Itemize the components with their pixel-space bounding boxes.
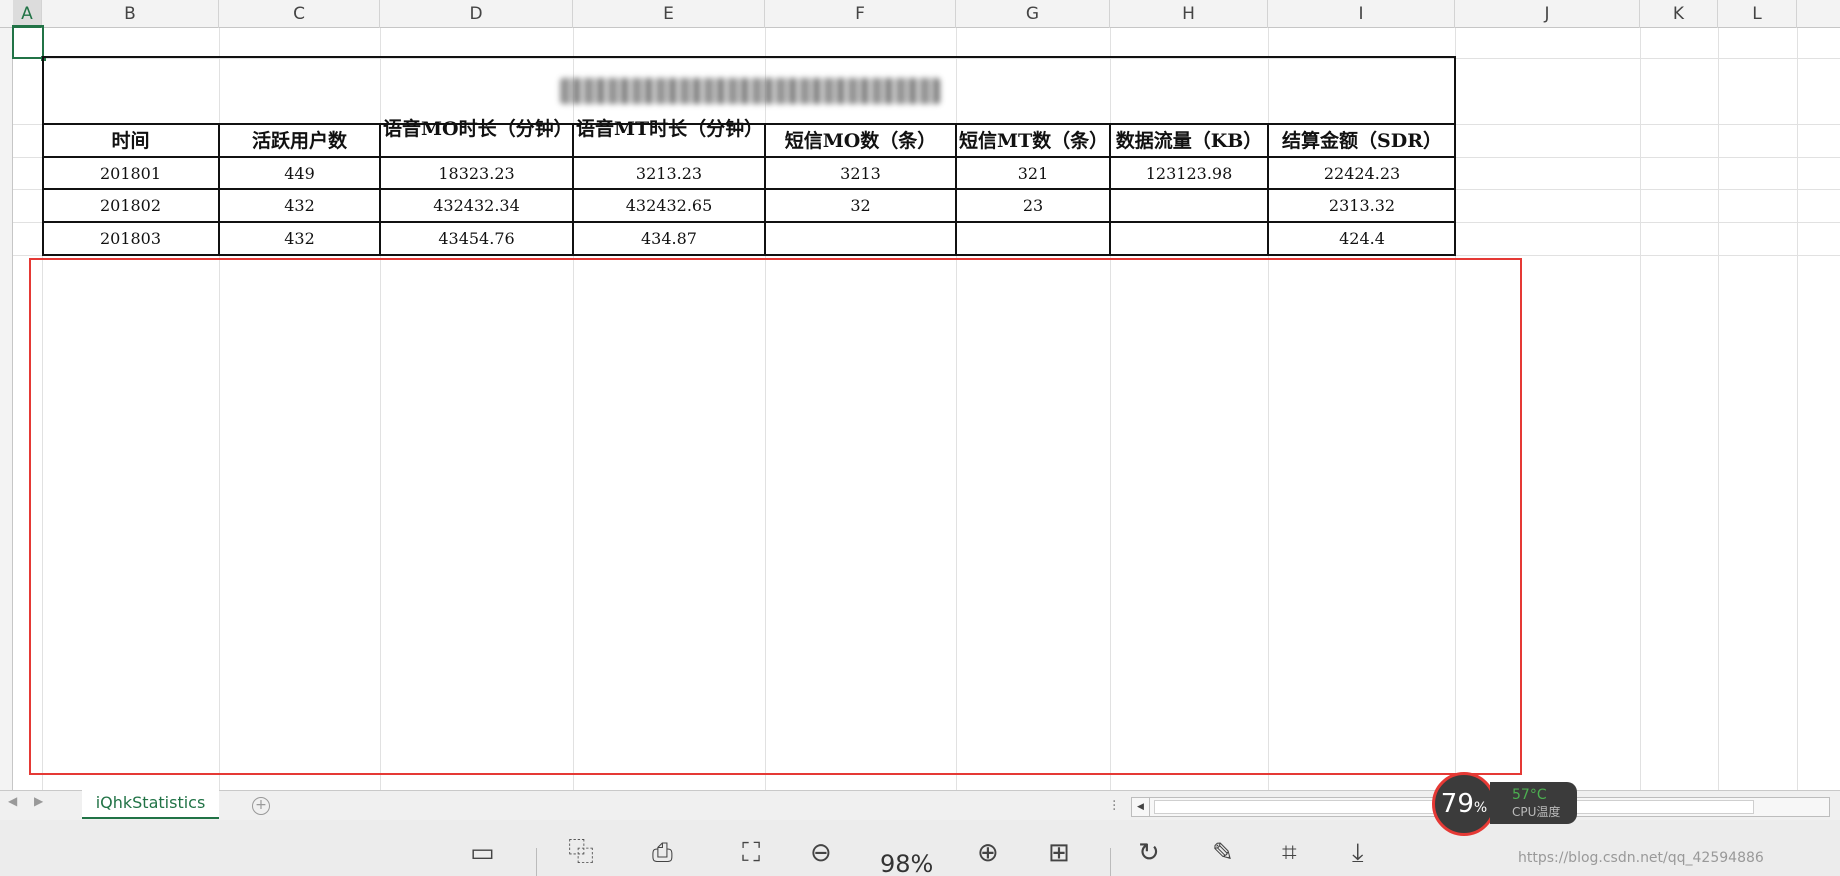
table-cell: 432432.65 — [625, 196, 713, 215]
table-cell: 201803 — [99, 229, 162, 248]
column-header-h[interactable]: H — [1110, 0, 1268, 28]
table-cell: 432 — [284, 196, 315, 215]
table-cell: 23 — [1022, 196, 1044, 215]
table-cell: 449 — [284, 163, 315, 183]
table-header-cell: 数据流量（KB） — [1115, 129, 1263, 152]
add-sheet-button[interactable]: + — [252, 797, 270, 815]
table-rule — [764, 124, 766, 255]
table-border — [42, 56, 1456, 58]
prev-sheet-icon[interactable]: ◀ — [8, 794, 17, 808]
table-cell — [768, 223, 953, 254]
table-header-cell: 时间 — [111, 129, 150, 152]
table-cell: 434.87 — [641, 229, 697, 248]
table-title-redacted — [560, 78, 940, 104]
layout-icon[interactable]: ▭ — [470, 838, 495, 868]
table-cell: 201801 — [99, 163, 162, 183]
table-rule — [955, 124, 957, 255]
table-cell — [959, 223, 1107, 254]
column-header-c[interactable]: C — [219, 0, 380, 28]
table-header-cell: 短信MO数（条） — [784, 129, 937, 152]
table-cell: 432432.34 — [433, 196, 520, 215]
toolbar-divider — [1110, 848, 1111, 876]
crop-icon[interactable]: ⌗ — [1282, 838, 1297, 868]
table-header-cell: 活跃用户数 — [251, 129, 347, 152]
table-cell: 32 — [850, 196, 871, 215]
table-rule — [572, 124, 574, 255]
spreadsheet-app: ABCDEFGHIJKLM 时间 活跃用户数 语音MO时长（分钟） 语音MT时长（分钟）… — [0, 0, 1840, 876]
table-cell: 123123.98 — [1145, 163, 1233, 183]
cpu-usage-value: 79 — [1440, 789, 1474, 819]
table-cell: 22424.23 — [1323, 163, 1401, 183]
table-border — [42, 254, 1456, 256]
table-cell: 2313.32 — [1328, 196, 1396, 215]
gridline — [1797, 28, 1798, 790]
table-header-cell: 短信MT数（条） — [959, 129, 1107, 152]
table-rule — [1109, 124, 1111, 255]
table-cell: 18323.23 — [438, 163, 515, 183]
column-header-b[interactable]: B — [42, 0, 219, 28]
column-header-d[interactable]: D — [380, 0, 573, 28]
gridline — [1718, 28, 1719, 790]
table-rule — [379, 124, 381, 255]
scroll-left-icon[interactable]: ◀ — [1132, 798, 1150, 816]
table-cell: 424.4 — [1339, 229, 1385, 248]
column-header-m[interactable]: M — [1797, 0, 1840, 28]
cpu-usage-unit: % — [1473, 800, 1488, 816]
edit-icon[interactable]: ✎ — [1212, 838, 1234, 868]
column-header-k[interactable]: K — [1640, 0, 1718, 28]
ocr-icon[interactable]: ⎙ — [652, 838, 673, 868]
column-header-a[interactable]: A — [13, 0, 42, 28]
column-header-l[interactable]: L — [1718, 0, 1797, 28]
cpu-usage-gauge[interactable]: 79% — [1432, 772, 1496, 836]
download-icon[interactable]: ⤓ — [1352, 838, 1364, 868]
table-cell: 43454.76 — [438, 229, 515, 248]
table-cell: 432 — [284, 229, 315, 248]
zoom-level: 98% — [880, 850, 934, 876]
zoom-in-icon[interactable]: ⊕ — [977, 838, 999, 868]
table-cell: 3213.23 — [635, 163, 703, 183]
split-handle-icon[interactable]: · · · — [1112, 795, 1116, 817]
watermark: https://blog.csdn.net/qq_42594886 — [1518, 850, 1764, 866]
rotate-icon[interactable]: ↻ — [1138, 838, 1160, 868]
table-cell: 3213 — [840, 163, 881, 183]
gridline — [13, 58, 1840, 59]
worksheet-grid[interactable]: ABCDEFGHIJKLM 时间 活跃用户数 语音MO时长（分钟） 语音MT时长（分钟）… — [0, 0, 1840, 790]
active-cell-a1[interactable] — [12, 25, 46, 61]
table-cell: 201802 — [99, 196, 162, 215]
column-header-bar: ABCDEFGHIJKLM — [0, 0, 1840, 28]
column-header-f[interactable]: F — [765, 0, 956, 28]
cpu-temperature-widget: 57°C CPU温度 — [1490, 782, 1577, 824]
table-cell: 321 — [1017, 163, 1049, 183]
table-cell — [1113, 223, 1265, 254]
highlight-rectangle — [29, 258, 1522, 775]
table-header-cell: 结算金额（SDR） — [1282, 129, 1442, 152]
fit-screen-icon[interactable]: ⛶ — [742, 838, 760, 868]
table-header-cell: 语音MO时长（分钟） — [383, 118, 570, 140]
row-header-bar — [0, 28, 13, 790]
zoom-out-icon[interactable]: ⊖ — [810, 838, 832, 868]
actual-size-icon[interactable]: ⊞ — [1048, 838, 1070, 868]
sheet-tab-iqhkstatistics[interactable]: iQhkStatistics — [82, 789, 219, 819]
column-header-i[interactable]: I — [1268, 0, 1455, 28]
column-header-e[interactable]: E — [573, 0, 765, 28]
translate-icon[interactable]: ⿻ — [568, 838, 594, 868]
column-header-j[interactable]: J — [1455, 0, 1640, 28]
table-header-cell: 语音MT时长（分钟） — [576, 118, 762, 140]
table-rule — [1267, 124, 1269, 255]
cpu-temperature-value: 57°C — [1512, 787, 1547, 803]
next-sheet-icon[interactable]: ▶ — [34, 794, 43, 808]
table-cell — [1113, 190, 1265, 221]
column-header-g[interactable]: G — [956, 0, 1110, 28]
toolbar-divider — [536, 848, 537, 876]
cpu-temperature-label: CPU温度 — [1512, 805, 1561, 819]
table-rule — [218, 124, 220, 255]
gridline — [1640, 28, 1641, 790]
